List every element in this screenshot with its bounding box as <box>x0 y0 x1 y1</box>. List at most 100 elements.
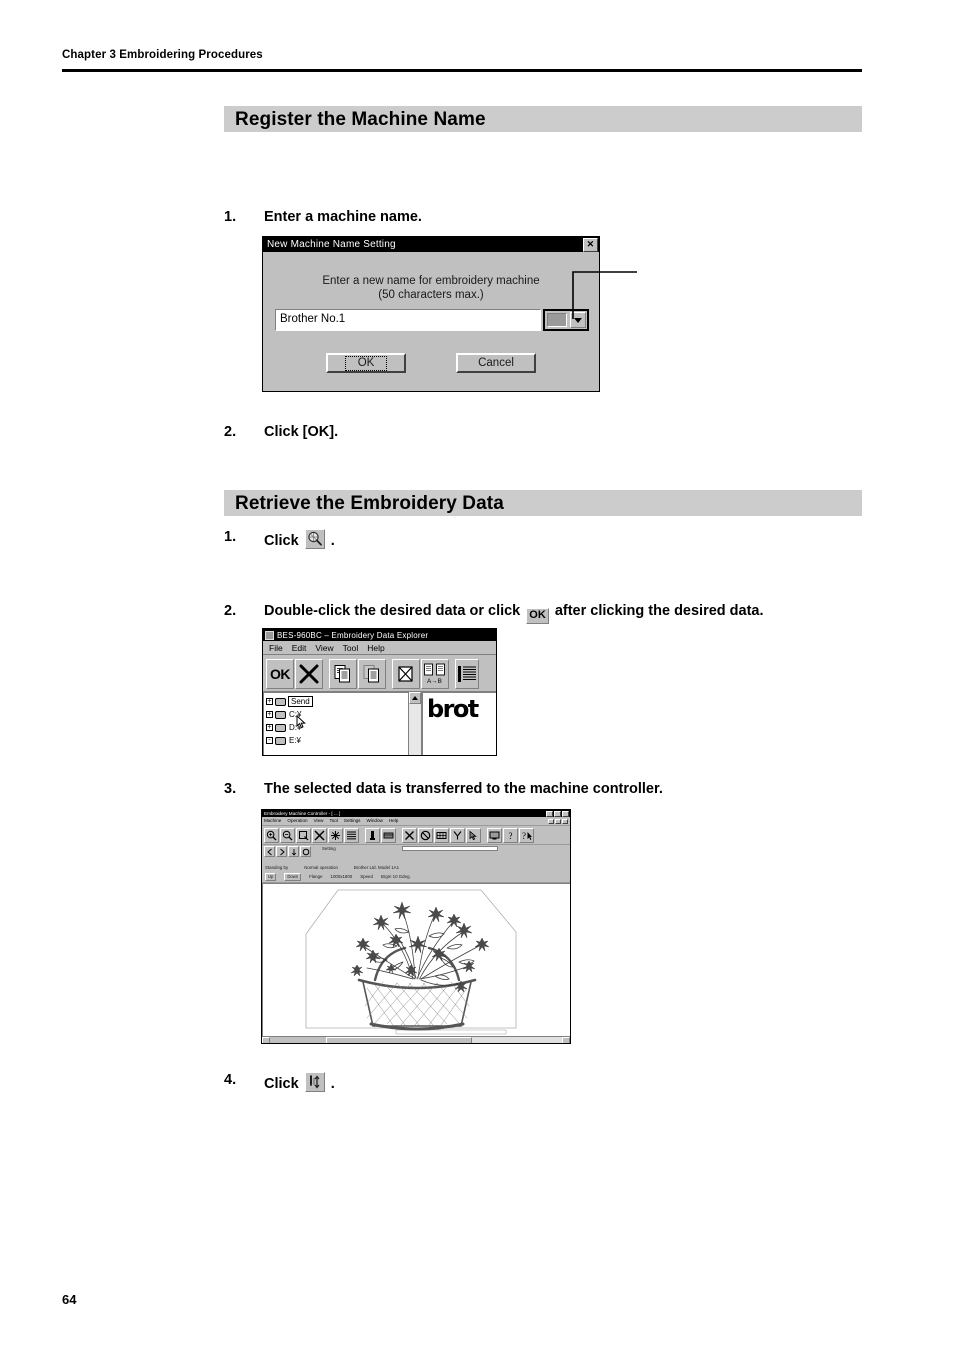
maximize-icon[interactable] <box>554 810 561 817</box>
step-retrieve-2-text-after: after clicking the desired data. <box>554 603 764 619</box>
tree-item[interactable]: + C:¥ <box>266 708 408 721</box>
child-minimize-icon[interactable] <box>548 818 554 824</box>
list-icon[interactable] <box>344 827 359 843</box>
step-retrieve-2: 2. Double-click the desired data or clic… <box>224 603 764 624</box>
controller-titlebar: Embroidery Machine Controller - [ ... ] <box>262 810 570 817</box>
ok-toolbar-button[interactable]: OK <box>266 658 294 689</box>
svg-text:?: ? <box>522 831 526 841</box>
close-icon[interactable]: ✕ <box>583 237 598 252</box>
file-list-pane[interactable]: brot <box>421 692 496 755</box>
child-restore-icon[interactable] <box>555 818 561 824</box>
embroidery-machine-controller-window[interactable]: Embroidery Machine Controller - [ ... ] … <box>261 809 571 1044</box>
scroll-left-icon[interactable] <box>262 1037 270 1043</box>
tree-item[interactable]: + Send <box>266 695 408 708</box>
scroll-track[interactable] <box>472 1037 562 1043</box>
delete-icon[interactable] <box>392 658 420 689</box>
window-buttons[interactable] <box>546 810 569 817</box>
cancel-x-icon[interactable] <box>295 658 323 689</box>
param-size: 1000x1800 <box>330 874 353 879</box>
menu-item-help[interactable]: Help <box>367 643 384 653</box>
scroll-thumb[interactable] <box>326 1037 472 1043</box>
explorer-panes: + Send + C:¥ + D:¥ - E:¥ brot <box>263 692 496 755</box>
zoom-out-icon[interactable] <box>280 827 295 843</box>
menu-item-edit[interactable]: Edit <box>292 643 307 653</box>
svg-text:A→B: A→B <box>427 678 442 685</box>
new-machine-name-dialog[interactable]: New Machine Name Setting ✕ Enter a new n… <box>262 236 600 392</box>
tree-item-label: D:¥ <box>289 723 302 732</box>
stop-icon[interactable] <box>300 846 311 857</box>
prohibit-icon[interactable] <box>418 827 433 843</box>
tree-item[interactable]: - E:¥ <box>266 734 408 747</box>
running-head: Chapter 3 Embroidering Procedures <box>62 49 263 61</box>
context-help-icon[interactable]: ? <box>519 827 534 843</box>
grid-icon[interactable] <box>434 827 449 843</box>
child-window-buttons[interactable] <box>548 818 568 824</box>
embroidery-design-preview <box>305 889 517 1035</box>
monitor-icon[interactable] <box>487 827 502 843</box>
controller-title: Embroidery Machine Controller - [ ... ] <box>264 811 341 816</box>
down-button[interactable]: Down <box>284 873 302 881</box>
design-canvas[interactable] <box>262 883 570 1036</box>
frame-icon[interactable] <box>381 827 396 843</box>
menu-item-operation[interactable]: Operation <box>287 817 307 825</box>
machine-name-input[interactable]: Brother No.1 <box>275 309 541 331</box>
step-register-1: 1. Enter a machine name. <box>224 209 422 225</box>
paste-icon[interactable] <box>358 658 386 689</box>
expander-icon[interactable]: + <box>266 698 273 706</box>
step-retrieve-1-text-after: . <box>330 533 335 549</box>
close-icon[interactable] <box>562 810 569 817</box>
step-forward-icon[interactable] <box>276 846 287 857</box>
cancel-button[interactable]: Cancel <box>456 353 536 373</box>
step-register-1-text: Enter a machine name. <box>264 209 422 225</box>
scroll-track[interactable] <box>409 704 421 755</box>
needle-icon[interactable] <box>365 827 380 843</box>
step-retrieve-1-text-before: Click <box>264 533 299 549</box>
rename-icon[interactable]: A→B <box>421 658 449 689</box>
expander-icon[interactable]: - <box>266 737 273 745</box>
origin-icon[interactable] <box>328 827 343 843</box>
child-close-icon[interactable] <box>562 818 568 824</box>
thread-icon[interactable] <box>450 827 465 843</box>
cut-icon[interactable] <box>402 827 417 843</box>
menu-item-machine[interactable]: Machine <box>264 817 281 825</box>
dialog-title: New Machine Name Setting <box>267 239 396 250</box>
tree-vertical-scrollbar[interactable] <box>408 692 421 755</box>
menu-item-help[interactable]: Help <box>389 817 398 825</box>
tree-item-label: E:¥ <box>289 736 302 745</box>
help-icon[interactable]: ? <box>503 827 518 843</box>
step-back-icon[interactable] <box>264 846 275 857</box>
menu-item-tool[interactable]: Tool <box>329 817 337 825</box>
section-heading-register: Register the Machine Name <box>224 106 862 132</box>
up-button[interactable]: Up <box>265 873 277 881</box>
expander-icon[interactable]: + <box>266 724 273 732</box>
info-setting-label: Setting <box>322 846 336 851</box>
menu-item-tool[interactable]: Tool <box>343 643 359 653</box>
magnifier-icon[interactable] <box>304 529 325 549</box>
embroidery-data-explorer-window[interactable]: BES-960BC – Embroidery Data Explorer Fil… <box>262 628 497 756</box>
tree-item[interactable]: + D:¥ <box>266 721 408 734</box>
ok-button-chip[interactable]: OK <box>526 608 549 624</box>
zoom-in-icon[interactable] <box>264 827 279 843</box>
fit-view-icon[interactable] <box>312 827 327 843</box>
list-view-icon[interactable] <box>455 658 479 689</box>
section-heading-retrieve-label: Retrieve the Embroidery Data <box>235 492 504 514</box>
menu-item-view[interactable]: View <box>314 817 324 825</box>
needle-updown-icon[interactable] <box>304 1072 325 1092</box>
menu-item-settings[interactable]: Settings <box>344 817 361 825</box>
menu-item-window[interactable]: Window <box>366 817 382 825</box>
menu-item-view[interactable]: View <box>315 643 333 653</box>
expander-icon[interactable]: + <box>266 711 273 719</box>
canvas-horizontal-scrollbar[interactable] <box>262 1036 570 1043</box>
menu-item-file[interactable]: File <box>269 643 283 653</box>
dialog-prompt: Enter a new name for embroidery machine … <box>263 274 599 302</box>
minimize-icon[interactable] <box>546 810 553 817</box>
ok-button[interactable]: OK <box>326 353 406 373</box>
zoom-region-icon[interactable] <box>296 827 311 843</box>
scroll-right-icon[interactable] <box>562 1037 570 1043</box>
needle-updown-icon[interactable] <box>288 846 299 857</box>
pointer-icon[interactable] <box>466 827 481 843</box>
controller-params-row: Up Down Flange 1000x1800 Speed Brgm 10 G… <box>265 873 411 881</box>
scroll-up-icon[interactable] <box>409 692 421 704</box>
folder-tree[interactable]: + Send + C:¥ + D:¥ - E:¥ <box>263 692 408 755</box>
copy-icon[interactable] <box>329 658 357 689</box>
